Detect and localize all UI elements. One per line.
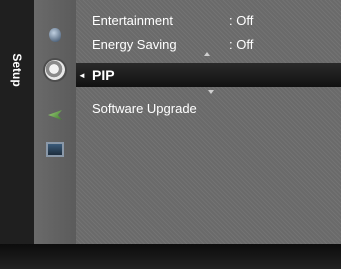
- setup-tab[interactable]: Setup: [0, 0, 34, 244]
- support-icon[interactable]: [46, 142, 64, 157]
- selection-arrow-icon: ◄: [78, 70, 86, 80]
- menu-item-pip[interactable]: ◄ PIP: [76, 63, 341, 87]
- menu-item-entertainment[interactable]: Entertainment : Off: [76, 10, 341, 30]
- menu-item-value: : Off: [229, 12, 254, 28]
- icon-rail: [34, 0, 76, 244]
- setup-gear-icon[interactable]: [45, 60, 65, 80]
- input-icon[interactable]: [48, 110, 62, 120]
- scroll-down-arrow-icon: [208, 90, 214, 94]
- setup-tab-label: Setup: [10, 53, 24, 87]
- menu-item-label: Entertainment: [92, 12, 173, 28]
- menu-item-label: PIP: [92, 67, 115, 83]
- menu-item-value: : Off: [229, 36, 254, 52]
- picture-icon[interactable]: [49, 28, 61, 42]
- menu-item-label: Software Upgrade: [92, 100, 197, 116]
- menu-item-energy-saving[interactable]: Energy Saving : Off: [76, 34, 341, 54]
- bottom-bar: [0, 244, 341, 269]
- menu-item-label: Energy Saving: [92, 36, 177, 52]
- scroll-up-arrow-icon: [204, 52, 210, 56]
- menu-panel: Entertainment : Off Energy Saving : Off …: [76, 0, 341, 244]
- menu-item-software-upgrade[interactable]: Software Upgrade: [76, 98, 341, 118]
- tv-setup-menu: Setup Entertainment : Off Energy Saving …: [0, 0, 341, 269]
